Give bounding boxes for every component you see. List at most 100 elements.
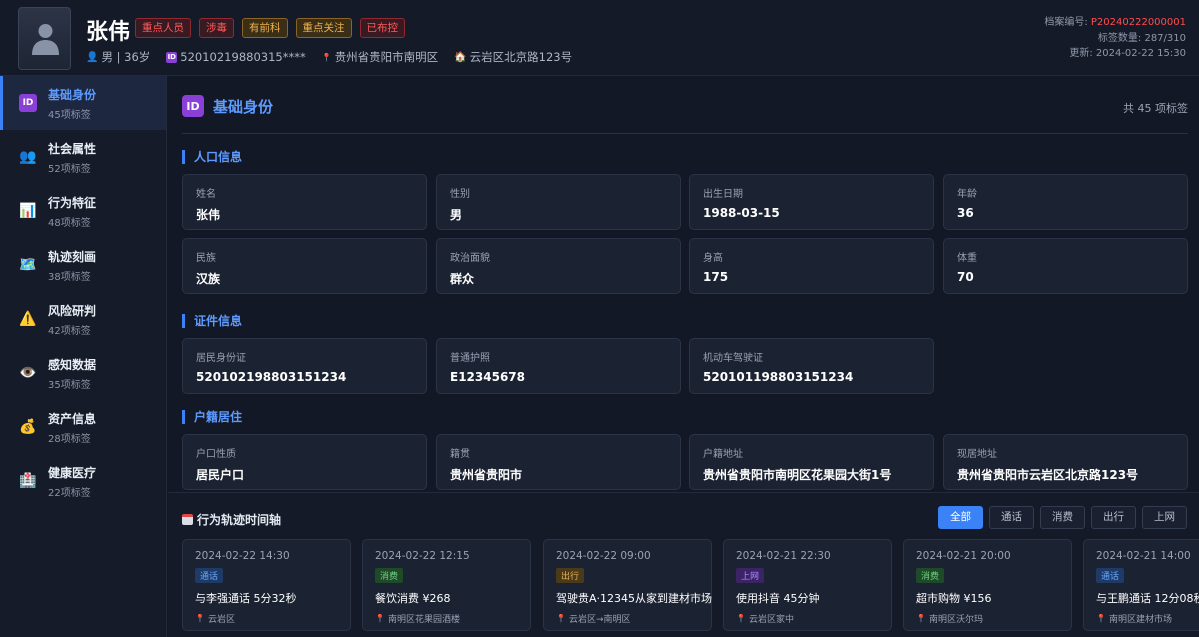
origin: 📍 贵州省贵阳市南明区 bbox=[322, 49, 438, 65]
field-label: 政治面貌 bbox=[450, 253, 490, 264]
timeline-event[interactable]: 2024-02-22 09:00 出行 驾驶贵A·12345从家到建材市场 📍 云… bbox=[543, 539, 712, 631]
field-value: 1988-03-15 bbox=[703, 206, 780, 220]
timeline-event[interactable]: 2024-02-21 14:00 通话 与王鹏通话 12分08秒 📍 南明区建材市… bbox=[1083, 539, 1199, 631]
tag-drug-related: 涉毒 bbox=[199, 18, 234, 38]
sidebar-item-assets[interactable]: 💰 资产信息 28项标签 bbox=[0, 400, 166, 454]
category-sidebar: ID 基础身份 45项标签 👥 社会属性 52项标签 📊 行为特征 48项标签 … bbox=[0, 76, 167, 637]
field-card: 年龄 36 bbox=[943, 174, 1188, 230]
section-title: 基础身份 bbox=[213, 97, 274, 116]
bar-chart-icon: 📊 bbox=[19, 203, 37, 219]
archive-label: 档案编号: bbox=[1044, 17, 1091, 28]
event-location: 云岩区→南明区 bbox=[568, 615, 631, 625]
field-value: 群众 bbox=[450, 272, 475, 286]
timeline-event[interactable]: 2024-02-22 12:15 消费 餐饮消费 ¥268 📍 南明区花果园酒楼 bbox=[362, 539, 531, 631]
field-label: 姓名 bbox=[196, 189, 216, 200]
event-type-badge: 消费 bbox=[375, 568, 404, 583]
field-label: 年龄 bbox=[957, 189, 977, 200]
sidebar-item-health[interactable]: 🏥 健康医疗 22项标签 bbox=[0, 454, 166, 508]
sidebar-item-risk[interactable]: ⚠️ 风险研判 42项标签 bbox=[0, 292, 166, 346]
sidebar-item-social[interactable]: 👥 社会属性 52项标签 bbox=[0, 130, 166, 184]
sidebar-item-basic-identity[interactable]: ID 基础身份 45项标签 bbox=[0, 76, 166, 130]
field-label: 籍贯 bbox=[450, 449, 470, 460]
people-icon: 👥 bbox=[19, 149, 37, 165]
archive-code: P20240222000001 bbox=[1090, 17, 1186, 28]
field-value: 贵州省贵阳市南明区花果园大街1号 bbox=[703, 468, 892, 482]
event-time: 2024-02-22 12:15 bbox=[375, 550, 470, 562]
tag-monitored: 已布控 bbox=[359, 18, 405, 38]
filter-internet-button[interactable]: 上网 bbox=[1142, 506, 1187, 529]
sidebar-item-behavior[interactable]: 📊 行为特征 48项标签 bbox=[0, 184, 166, 238]
filter-all-button[interactable]: 全部 bbox=[938, 506, 983, 529]
group-title-documents: 证件信息 bbox=[182, 314, 242, 328]
field-card: 性别 男 bbox=[436, 174, 681, 230]
event-time: 2024-02-21 14:00 bbox=[1096, 550, 1191, 562]
location-pin-icon: 📍 bbox=[375, 614, 385, 623]
gender-age: 👤 男 | 36岁 bbox=[86, 49, 150, 65]
sidebar-item-count: 22项标签 bbox=[48, 487, 91, 499]
field-card: 机动车驾驶证 520101198803151234 bbox=[689, 338, 934, 394]
field-card: 体重 70 bbox=[943, 238, 1188, 294]
field-value: E12345678 bbox=[450, 370, 525, 384]
event-type-badge: 上网 bbox=[736, 568, 765, 583]
location-pin-icon: 📍 bbox=[195, 614, 205, 623]
avatar bbox=[18, 7, 71, 70]
group-title-population: 人口信息 bbox=[182, 150, 242, 164]
section-header: ID 基础身份 bbox=[182, 95, 273, 117]
tag-criminal-record: 有前科 bbox=[242, 18, 288, 38]
event-location: 南明区建材市场 bbox=[1108, 615, 1172, 625]
field-label: 户籍地址 bbox=[703, 449, 743, 460]
event-location: 南明区沃尔玛 bbox=[928, 615, 983, 625]
field-value: 男 bbox=[450, 208, 463, 222]
sidebar-item-label: 行为特征 bbox=[48, 195, 97, 210]
sidebar-item-label: 基础身份 bbox=[48, 87, 97, 102]
map-icon: 🗺️ bbox=[19, 257, 37, 273]
house-icon: 🏠 bbox=[454, 51, 467, 63]
event-description: 驾驶贵A·12345从家到建材市场 bbox=[556, 592, 713, 605]
eye-icon: 👁️ bbox=[19, 365, 37, 381]
field-label: 民族 bbox=[196, 253, 216, 264]
residence-text: 云岩区北京路123号 bbox=[469, 50, 573, 64]
event-type-badge: 消费 bbox=[916, 568, 945, 583]
event-description: 餐饮消费 ¥268 bbox=[375, 592, 451, 605]
section-tag-count: 共 45 项标签 bbox=[1123, 102, 1188, 115]
sidebar-item-label: 感知数据 bbox=[48, 357, 97, 372]
sidebar-item-count: 45项标签 bbox=[48, 109, 91, 121]
sidebar-item-count: 48项标签 bbox=[48, 217, 91, 229]
tag-key-focus: 重点关注 bbox=[295, 18, 352, 38]
tag-key-person: 重点人员 bbox=[135, 18, 191, 38]
field-label: 体重 bbox=[957, 253, 977, 264]
sidebar-item-label: 轨迹刻画 bbox=[48, 249, 97, 264]
field-card: 现居地址 贵州省贵阳市云岩区北京路123号 bbox=[943, 434, 1188, 490]
field-card: 户籍地址 贵州省贵阳市南明区花果园大街1号 bbox=[689, 434, 934, 490]
field-card: 居民身份证 520102198803151234 bbox=[182, 338, 427, 394]
sidebar-item-trajectory[interactable]: 🗺️ 轨迹刻画 38项标签 bbox=[0, 238, 166, 292]
location-pin-icon: 📍 bbox=[321, 52, 332, 62]
timeline-filters: 全部 通话 消费 出行 上网 bbox=[938, 506, 1187, 529]
tag-count: 标签数量: 287/310 bbox=[1097, 32, 1186, 44]
timeline-event[interactable]: 2024-02-22 14:30 通话 与李强通话 5分32秒 📍 云岩区 bbox=[182, 539, 351, 631]
field-value: 175 bbox=[703, 270, 729, 284]
event-description: 超市购物 ¥156 bbox=[916, 592, 992, 605]
id-icon: ID bbox=[19, 94, 37, 112]
id-icon: ID bbox=[182, 95, 204, 117]
sidebar-item-count: 38项标签 bbox=[48, 271, 91, 283]
gender-age-text: 男 | 36岁 bbox=[101, 50, 151, 64]
detail-panel: ID 基础身份 共 45 项标签 人口信息 姓名 张伟 性别 男 出生日期 19… bbox=[168, 76, 1199, 492]
filter-travel-button[interactable]: 出行 bbox=[1091, 506, 1136, 529]
sidebar-item-count: 35项标签 bbox=[48, 379, 91, 391]
money-bag-icon: 💰 bbox=[19, 419, 37, 435]
timeline-event[interactable]: 2024-02-21 22:30 上网 使用抖音 45分钟 📍 云岩区家中 bbox=[723, 539, 892, 631]
divider bbox=[182, 133, 1188, 134]
field-card: 户口性质 居民户口 bbox=[182, 434, 427, 490]
filter-consumption-button[interactable]: 消费 bbox=[1040, 506, 1085, 529]
sidebar-item-count: 42项标签 bbox=[48, 325, 91, 337]
id-number-text: 52010219880315**** bbox=[180, 50, 306, 64]
filter-call-button[interactable]: 通话 bbox=[989, 506, 1034, 529]
event-description: 使用抖音 45分钟 bbox=[736, 592, 820, 605]
event-description: 与王鹏通话 12分08秒 bbox=[1096, 592, 1199, 605]
field-value: 汉族 bbox=[196, 272, 221, 286]
sidebar-item-sensing[interactable]: 👁️ 感知数据 35项标签 bbox=[0, 346, 166, 400]
field-value: 张伟 bbox=[196, 208, 221, 222]
timeline-event[interactable]: 2024-02-21 20:00 消费 超市购物 ¥156 📍 南明区沃尔玛 bbox=[903, 539, 1072, 631]
risk-tags: 重点人员 涉毒 有前科 重点关注 已布控 bbox=[135, 18, 405, 38]
